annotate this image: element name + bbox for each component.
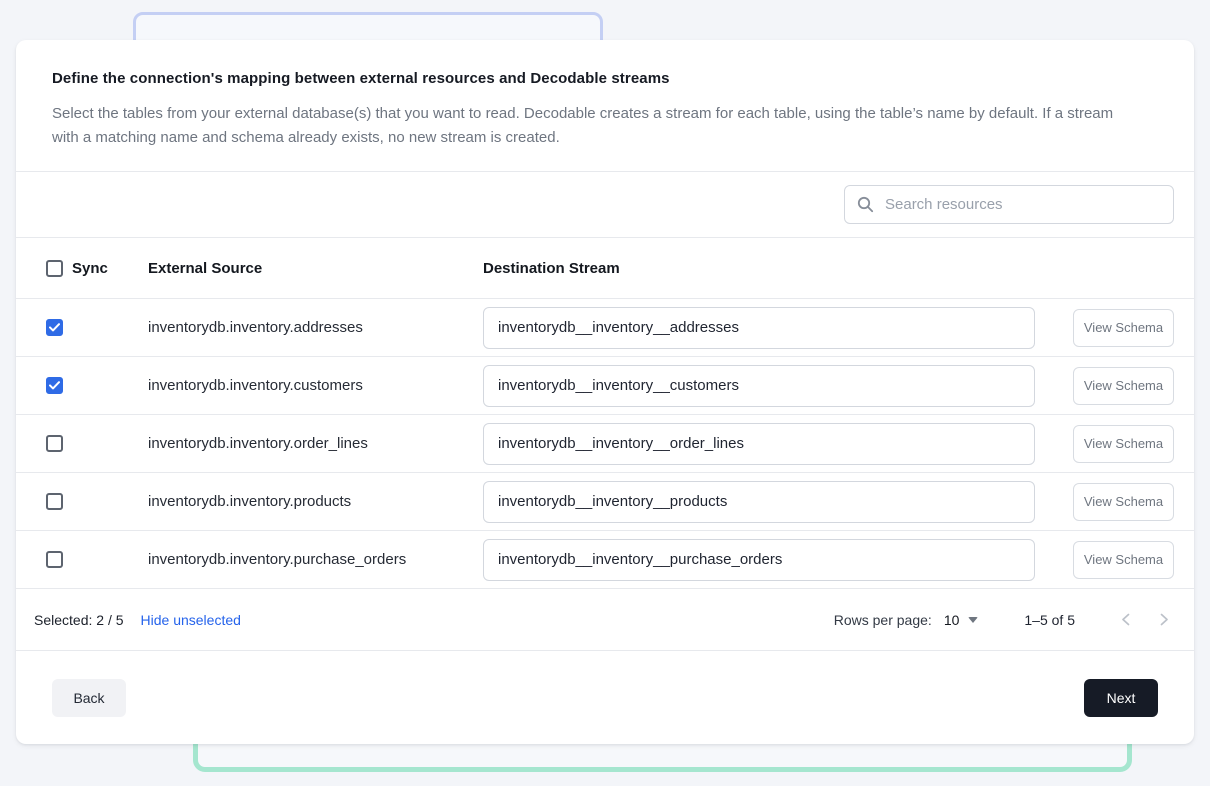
destination-stream-input[interactable] <box>483 307 1035 349</box>
page-range-label: 1–5 of 5 <box>1024 612 1075 628</box>
table-row: inventorydb.inventory.products View Sche… <box>16 473 1194 531</box>
column-header-destination-stream: Destination Stream <box>483 260 1044 277</box>
sync-checkbox[interactable] <box>46 551 63 568</box>
rows-per-page-select[interactable]: 10 <box>944 612 979 628</box>
next-button[interactable]: Next <box>1084 679 1158 717</box>
destination-stream-input[interactable] <box>483 481 1035 523</box>
select-all-checkbox[interactable] <box>46 260 63 277</box>
page-description: Select the tables from your external dat… <box>52 102 1142 150</box>
table-row: inventorydb.inventory.purchase_orders Vi… <box>16 531 1194 589</box>
selected-count-label: Selected: 2 / 5 <box>34 612 124 628</box>
sync-checkbox[interactable] <box>46 493 63 510</box>
view-schema-button[interactable]: View Schema <box>1073 425 1174 463</box>
sync-checkbox[interactable] <box>46 377 63 394</box>
pagination-bar: Selected: 2 / 5 Hide unselected Rows per… <box>16 589 1194 651</box>
dialog-header: Define the connection's mapping between … <box>16 40 1194 172</box>
search-input[interactable] <box>885 196 1161 213</box>
column-header-external-source: External Source <box>148 260 483 277</box>
search-toolbar <box>16 172 1194 238</box>
sync-checkbox[interactable] <box>46 319 63 336</box>
external-source-name: inventorydb.inventory.customers <box>148 377 483 394</box>
table-row: inventorydb.inventory.order_lines View S… <box>16 415 1194 473</box>
sync-checkbox[interactable] <box>46 435 63 452</box>
rows-per-page-value: 10 <box>944 612 960 628</box>
mapping-dialog: Define the connection's mapping between … <box>16 40 1194 744</box>
table-row: inventorydb.inventory.addresses View Sch… <box>16 299 1194 357</box>
dialog-actions: Back Next <box>16 651 1194 744</box>
back-button[interactable]: Back <box>52 679 126 717</box>
chevron-right-icon <box>1160 613 1169 626</box>
chevron-left-icon <box>1121 613 1130 626</box>
table-row: inventorydb.inventory.customers View Sch… <box>16 357 1194 415</box>
external-source-name: inventorydb.inventory.addresses <box>148 319 483 336</box>
previous-page-button[interactable] <box>1113 608 1137 632</box>
destination-stream-input[interactable] <box>483 423 1035 465</box>
column-header-sync: Sync <box>72 260 108 277</box>
table-header-row: Sync External Source Destination Stream <box>16 238 1194 299</box>
view-schema-button[interactable]: View Schema <box>1073 483 1174 521</box>
rows-per-page-label: Rows per page: <box>834 612 932 628</box>
view-schema-button[interactable]: View Schema <box>1073 309 1174 347</box>
page-title: Define the connection's mapping between … <box>52 70 1158 87</box>
view-schema-button[interactable]: View Schema <box>1073 367 1174 405</box>
external-source-name: inventorydb.inventory.order_lines <box>148 435 483 452</box>
chevron-down-icon <box>968 617 978 623</box>
table-body: inventorydb.inventory.addresses View Sch… <box>16 299 1194 589</box>
next-page-button[interactable] <box>1152 608 1176 632</box>
external-source-name: inventorydb.inventory.purchase_orders <box>148 551 483 568</box>
search-box[interactable] <box>844 185 1174 224</box>
external-source-name: inventorydb.inventory.products <box>148 493 483 510</box>
destination-stream-input[interactable] <box>483 365 1035 407</box>
hide-unselected-link[interactable]: Hide unselected <box>141 612 241 628</box>
view-schema-button[interactable]: View Schema <box>1073 541 1174 579</box>
destination-stream-input[interactable] <box>483 539 1035 581</box>
search-icon <box>857 196 874 213</box>
